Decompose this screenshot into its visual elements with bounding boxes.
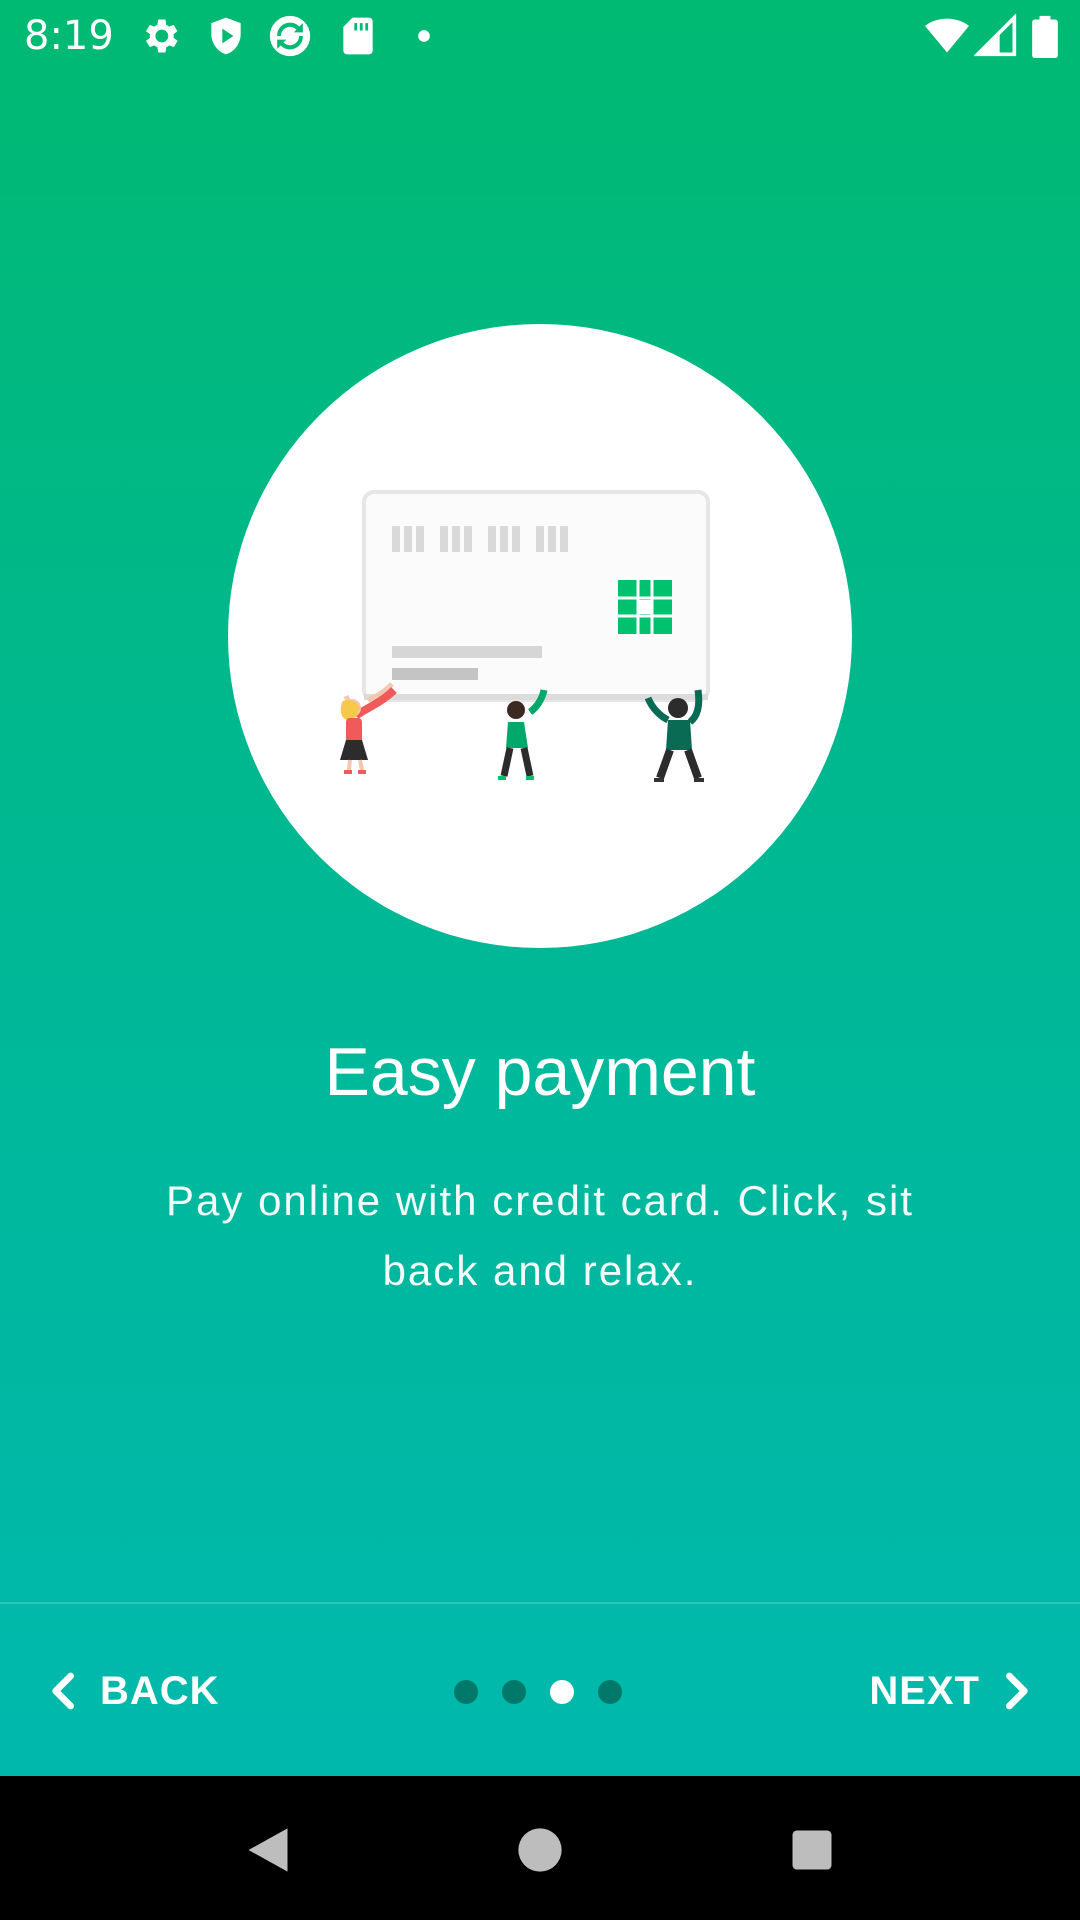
sd-card-icon — [336, 14, 380, 58]
page-dot-3-active[interactable] — [550, 1680, 574, 1704]
shield-play-icon — [204, 14, 248, 58]
recents-square-icon[interactable] — [786, 1824, 838, 1876]
page-dot-1[interactable] — [454, 1680, 478, 1704]
status-time: 8:19 — [24, 13, 114, 59]
battery-icon — [1030, 14, 1060, 58]
credit-card-people-illustration — [340, 490, 710, 782]
cell-signal-icon — [974, 14, 1018, 58]
next-button-label: NEXT — [869, 1668, 980, 1713]
back-triangle-icon[interactable] — [242, 1824, 294, 1876]
chevron-right-icon — [1005, 1672, 1028, 1710]
next-button[interactable]: NEXT — [869, 1604, 1032, 1776]
page-dot-2[interactable] — [502, 1680, 526, 1704]
notification-dot-icon — [410, 14, 438, 58]
onboarding-nav-bar: BACK NEXT — [0, 1602, 1080, 1776]
onboarding-screen: 8:19 Easy payment Pay online with credit… — [0, 0, 1080, 1776]
page-dot-4[interactable] — [598, 1680, 622, 1704]
status-bar: 8:19 — [0, 0, 1080, 72]
system-nav-bar — [0, 1776, 1080, 1920]
sync-app-icon — [268, 14, 312, 58]
settings-gear-icon — [138, 14, 182, 58]
page-indicator — [454, 1680, 626, 1706]
page-description: Pay online with credit card. Click, sit … — [166, 1177, 914, 1294]
wifi-icon — [922, 14, 972, 58]
illustration-circle — [228, 324, 852, 948]
back-button[interactable]: BACK — [48, 1604, 220, 1776]
page-title: Easy payment — [324, 1034, 756, 1110]
back-button-label: BACK — [100, 1668, 220, 1713]
chevron-left-icon — [52, 1672, 74, 1710]
home-circle-icon[interactable] — [514, 1824, 566, 1876]
